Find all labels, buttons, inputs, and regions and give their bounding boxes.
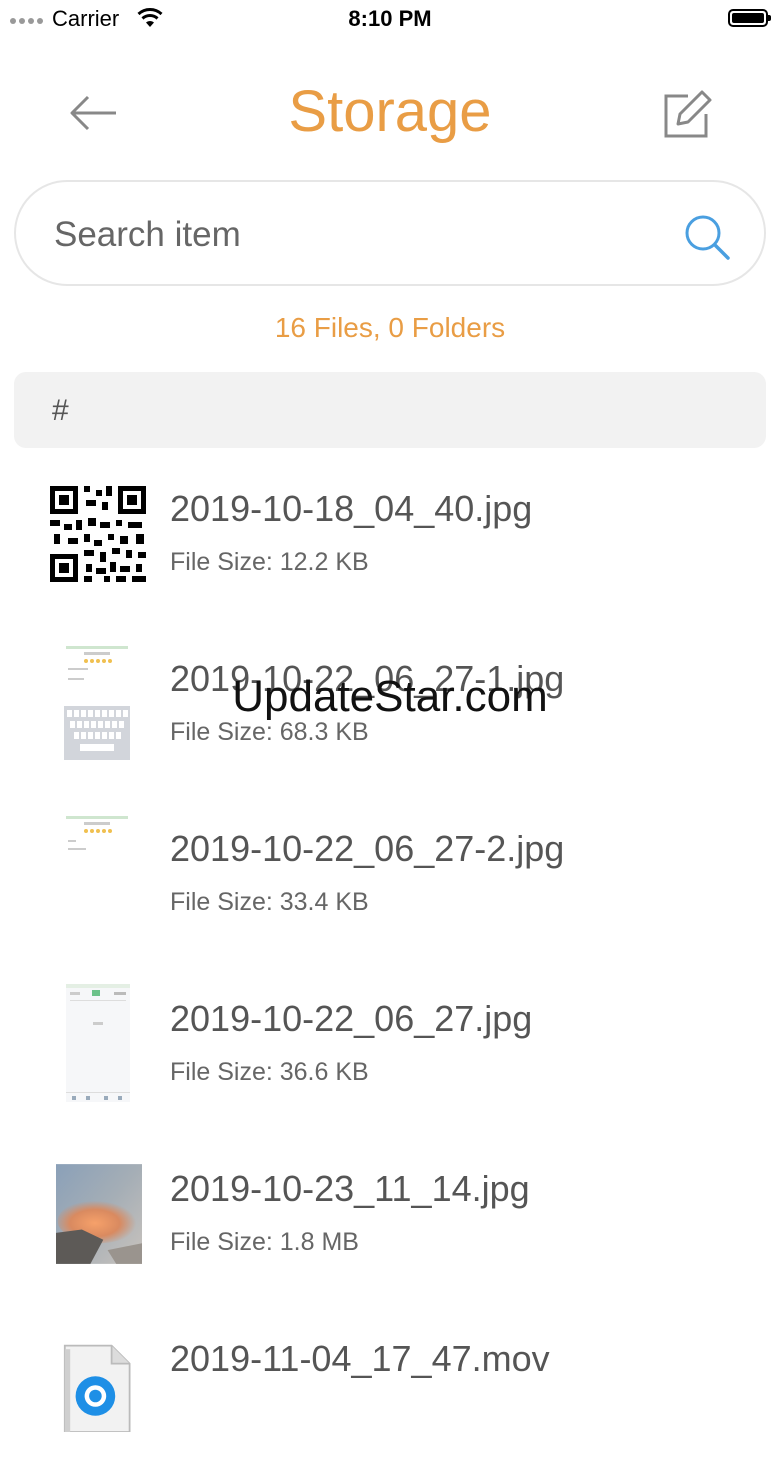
file-row[interactable]: 2019-10-22_06_27-2.jpg File Size: 33.4 K…: [0, 788, 780, 958]
qr-code-thumbnail: [48, 484, 148, 584]
section-header: #: [14, 372, 766, 448]
edit-button[interactable]: [658, 86, 714, 142]
search-input[interactable]: [52, 206, 656, 264]
battery-icon: [728, 9, 771, 27]
file-row[interactable]: 2019-10-22_06_27.jpg File Size: 36.6 KB: [0, 958, 780, 1128]
search-bar: [14, 180, 766, 286]
file-row[interactable]: 2019-10-23_11_14.jpg File Size: 1.8 MB: [0, 1128, 780, 1298]
file-count-summary: 16 Files, 0 Folders: [274, 312, 506, 343]
status-bar: Carrier 8:10 PM: [0, 0, 780, 40]
file-name: 2019-11-04_17_47.mov: [170, 1338, 550, 1379]
file-size: File Size: 12.2 KB: [170, 548, 369, 576]
file-size: File Size: 68.3 KB: [170, 718, 369, 746]
search-icon[interactable]: [682, 212, 732, 262]
file-row[interactable]: 2019-10-22_06_27-1.jpg File Size: 68.3 K…: [0, 618, 780, 788]
file-size: File Size: 36.6 KB: [170, 1058, 369, 1086]
file-name: 2019-10-23_11_14.jpg: [170, 1168, 530, 1209]
screenshot-thumbnail: [64, 644, 130, 762]
file-name: 2019-10-22_06_27-1.jpg: [170, 658, 565, 699]
photo-thumbnail: [56, 1164, 142, 1264]
file-name: 2019-10-22_06_27.jpg: [170, 998, 533, 1039]
section-header-label: #: [52, 394, 69, 427]
quicktime-video-icon: [63, 1344, 131, 1432]
file-name: 2019-10-18_04_40.jpg: [170, 488, 533, 529]
file-name: 2019-10-22_06_27-2.jpg: [170, 828, 565, 869]
file-row[interactable]: 2019-11-04_17_47.mov: [0, 1298, 780, 1468]
file-row[interactable]: 2019-10-18_04_40.jpg File Size: 12.2 KB: [0, 448, 780, 618]
screenshot-thumbnail: [66, 984, 130, 1102]
edit-icon: [664, 90, 712, 138]
clock: 8:10 PM: [348, 6, 432, 31]
file-size: File Size: 33.4 KB: [170, 888, 369, 916]
screenshot-thumbnail: [64, 814, 130, 914]
file-size: File Size: 1.8 MB: [170, 1228, 359, 1256]
